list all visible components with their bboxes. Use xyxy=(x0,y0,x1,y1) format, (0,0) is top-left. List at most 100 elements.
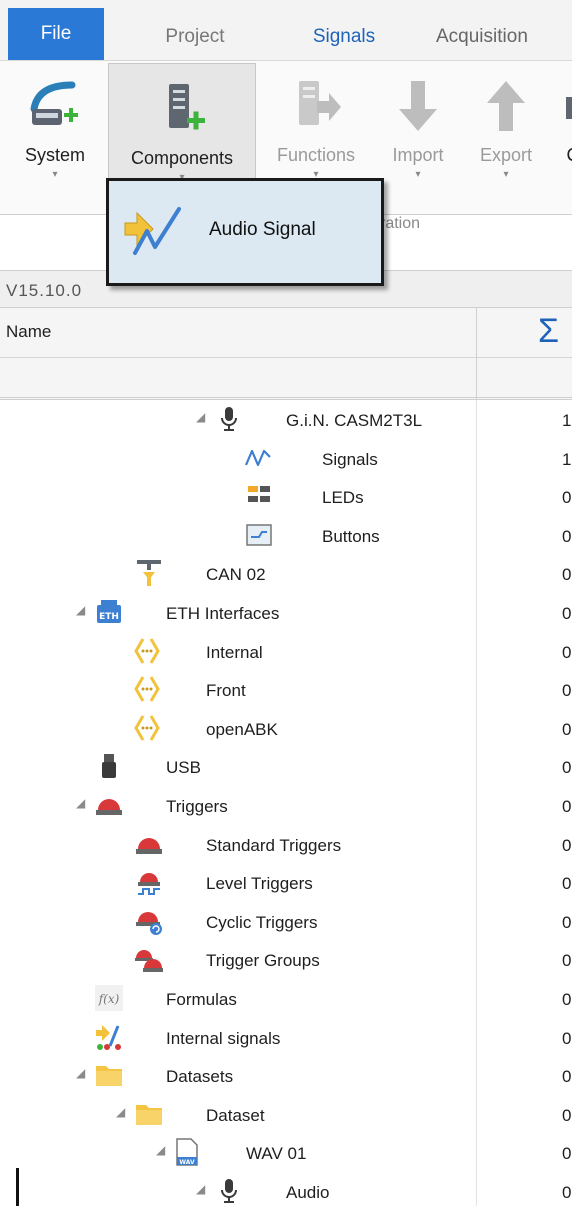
ethernet-icon: ETH xyxy=(94,597,124,627)
ribbon-group-label: ration xyxy=(380,215,421,232)
tree-row-count: 1 xyxy=(562,411,572,430)
tree-row-label: Standard Triggers xyxy=(206,835,342,855)
can-bus-icon xyxy=(134,558,164,588)
menu-bar: File Project Signals Acquisition xyxy=(0,0,572,60)
components-label: Components xyxy=(130,148,234,168)
tree-row-label: Cyclic Triggers xyxy=(206,912,318,932)
tree-row-count: 0 xyxy=(562,835,572,855)
expand-toggle-icon[interactable]: ◢ xyxy=(76,603,85,617)
tree-row[interactable]: ◢ Datasets 0 xyxy=(0,1056,572,1096)
import-button[interactable]: Import ▾ xyxy=(380,61,456,201)
tree-row-count: 0 xyxy=(562,797,572,816)
tree-row[interactable]: ◢ G.i.N. CASM2T3L 1 xyxy=(0,400,572,440)
internal-signal-icon xyxy=(94,1022,124,1052)
tree-row[interactable]: Internal 0 xyxy=(0,632,572,672)
svg-text:WAV: WAV xyxy=(179,1159,195,1166)
tree-row[interactable]: Level Triggers 0 xyxy=(0,863,572,903)
tree-row-count: 0 xyxy=(562,526,572,546)
tree-row[interactable]: Trigger Groups 0 xyxy=(0,940,572,980)
tree-row-count: 0 xyxy=(562,1028,572,1048)
tree-row[interactable]: f(x) Formulas 0 xyxy=(0,979,572,1019)
tree-row[interactable]: openABK 0 xyxy=(0,709,572,749)
expand-toggle-icon[interactable]: ◢ xyxy=(196,1182,205,1196)
trigger-group-icon xyxy=(134,944,164,974)
microphone-icon xyxy=(214,1176,244,1206)
folder-icon xyxy=(94,1060,124,1090)
tree-row[interactable]: LEDs 0 xyxy=(0,477,572,517)
tree-row-label: Triggers xyxy=(166,797,228,816)
tree-row-count: 0 xyxy=(562,874,572,894)
tree-row-label: Buttons xyxy=(322,526,380,546)
filter-row[interactable] xyxy=(0,358,572,400)
tree-row-label: G.i.N. CASM2T3L xyxy=(286,411,423,430)
tree-row[interactable]: Cyclic Triggers 0 xyxy=(0,902,572,942)
tree-row[interactable]: ◢ Audio 0 xyxy=(0,1172,572,1206)
import-label: Import xyxy=(392,145,444,165)
components-icon xyxy=(169,84,205,130)
tree-row[interactable]: Front 0 xyxy=(0,670,572,710)
tree-row-label: LEDs xyxy=(322,488,364,508)
tree-row-count: 0 xyxy=(562,719,572,739)
tree-row[interactable]: Standard Triggers 0 xyxy=(0,825,572,865)
menu-tab-acquisition[interactable]: Acquisition xyxy=(436,14,572,60)
components-dropdown-menu: Audio Signal xyxy=(106,178,384,286)
selection-frame-edge xyxy=(16,1168,19,1206)
tree-row-count: 0 xyxy=(562,642,572,662)
tree-row[interactable]: Internal signals 0 xyxy=(0,1018,572,1058)
audio-signal-menu-item[interactable]: Audio Signal xyxy=(209,219,316,241)
expand-toggle-icon[interactable]: ◢ xyxy=(156,1143,165,1157)
overflow-ribbon-button[interactable]: C xyxy=(558,61,572,201)
expand-toggle-icon[interactable]: ◢ xyxy=(76,796,85,810)
tree-row[interactable]: USB 0 xyxy=(0,747,572,787)
cyclic-trigger-icon xyxy=(134,906,164,936)
interface-bracket-icon xyxy=(132,636,162,666)
export-arrow-icon xyxy=(487,81,525,131)
menu-tab-project[interactable]: Project xyxy=(140,14,250,60)
tree-row-label: CAN 02 xyxy=(206,565,266,585)
tree-row-label: Dataset xyxy=(206,1105,265,1125)
audio-signal-icon xyxy=(124,207,181,255)
tree-row[interactable]: ◢ Dataset 0 xyxy=(0,1095,572,1135)
export-dropdown-icon: ▾ xyxy=(503,169,509,180)
tree-row[interactable]: Signals 1 xyxy=(0,439,572,479)
menu-tab-file[interactable]: File xyxy=(8,8,104,60)
tree-row[interactable]: Buttons 0 xyxy=(0,516,572,556)
import-arrow-icon xyxy=(399,81,437,131)
interface-bracket-icon xyxy=(132,713,162,743)
wav-file-icon: WAV xyxy=(172,1137,202,1167)
import-dropdown-icon: ▾ xyxy=(415,169,421,180)
tree-row-label: openABK xyxy=(206,719,278,739)
tree-row[interactable]: ◢ WAV WAV 01 0 xyxy=(0,1133,572,1173)
tree-row-count: 0 xyxy=(562,758,572,778)
tree-row-count: 0 xyxy=(562,912,572,932)
column-divider[interactable] xyxy=(476,308,477,400)
export-label: Export xyxy=(479,145,533,165)
tree-row[interactable]: ◢ Triggers 0 xyxy=(0,786,572,826)
tree-row-count: 0 xyxy=(562,488,572,508)
export-button[interactable]: Export ▾ xyxy=(466,61,546,201)
tree-row[interactable]: CAN 02 0 xyxy=(0,554,572,594)
tree-row-label: Level Triggers xyxy=(206,874,313,894)
expand-toggle-icon[interactable]: ◢ xyxy=(196,410,205,424)
tree-row-label: ETH Interfaces xyxy=(166,604,280,623)
tree-row-count: 1 xyxy=(562,449,572,469)
system-button[interactable]: System ▾ xyxy=(12,61,98,201)
expand-toggle-icon[interactable]: ◢ xyxy=(76,1066,85,1080)
tree-row-label: Internal signals xyxy=(166,1028,281,1048)
interface-bracket-icon xyxy=(132,674,162,704)
grid-header: Name Σ xyxy=(0,308,572,358)
tree-row-count: 0 xyxy=(562,1183,572,1202)
tree-row-count: 0 xyxy=(562,990,572,1009)
system-label: System xyxy=(24,145,85,165)
tree-row-count: 0 xyxy=(562,1067,572,1087)
column-header-name[interactable]: Name xyxy=(6,322,51,342)
functions-label: Functions xyxy=(276,145,356,165)
tree-row[interactable]: ◢ ETH ETH Interfaces 0 xyxy=(0,593,572,633)
tree-row-count: 0 xyxy=(562,565,572,585)
menu-tab-signals[interactable]: Signals xyxy=(288,14,400,60)
expand-toggle-icon[interactable]: ◢ xyxy=(116,1105,125,1119)
folder-icon xyxy=(134,1099,164,1129)
tree-row-count: 0 xyxy=(562,1105,572,1125)
column-header-sum[interactable]: Σ xyxy=(538,312,559,351)
svg-text:f(x): f(x) xyxy=(98,992,120,1006)
